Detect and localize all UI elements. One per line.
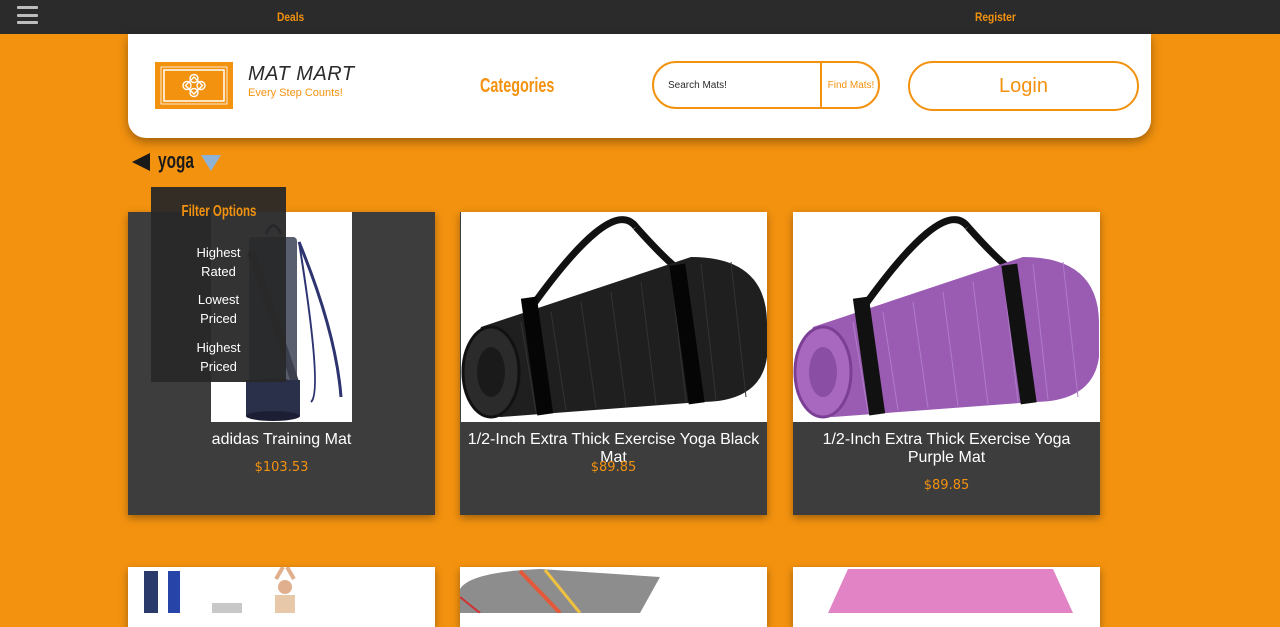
- site-header: MAT MART Every Step Counts! Categories F…: [128, 34, 1151, 138]
- filter-option-highest-priced[interactable]: Highest Priced: [151, 338, 286, 376]
- product-image-yoga-set: [128, 565, 435, 613]
- product-price: $89.85: [923, 478, 970, 493]
- product-card[interactable]: [793, 567, 1100, 627]
- search-input[interactable]: [654, 63, 820, 107]
- product-card[interactable]: 1/2-Inch Extra Thick Exercise Yoga Black…: [460, 212, 767, 515]
- filter-options-panel: Filter Options Highest Rated Lowest Pric…: [151, 187, 286, 382]
- login-button[interactable]: Login: [908, 61, 1139, 111]
- deals-link[interactable]: Deals: [277, 10, 304, 24]
- product-image-air-mat: [459, 567, 767, 615]
- filter-toggle-triangle-icon[interactable]: [201, 155, 221, 171]
- filter-title: Filter Options: [181, 203, 256, 220]
- product-name[interactable]: 1/2-Inch Extra Thick Exercise Yoga Purpl…: [793, 431, 1100, 467]
- filter-option-highest-rated[interactable]: Highest Rated: [151, 243, 286, 281]
- product-image-pink-mat: [793, 567, 1100, 613]
- back-arrow-icon[interactable]: [132, 153, 150, 171]
- filter-option-lowest-priced[interactable]: Lowest Priced: [151, 290, 286, 328]
- product-image-black-mat: [461, 212, 767, 422]
- product-card[interactable]: [459, 567, 767, 627]
- brand-tagline: Every Step Counts!: [248, 87, 343, 99]
- find-mats-button[interactable]: Find Mats!: [820, 63, 878, 107]
- search-bar: Find Mats!: [652, 61, 880, 109]
- product-image-purple-mat: [793, 212, 1100, 422]
- categories-link[interactable]: Categories: [480, 75, 554, 98]
- hamburger-menu-icon[interactable]: [17, 6, 38, 24]
- product-price: $89.85: [590, 460, 637, 475]
- product-card[interactable]: [128, 565, 435, 627]
- product-name[interactable]: adidas Training Mat: [128, 431, 435, 449]
- product-card[interactable]: 1/2-Inch Extra Thick Exercise Yoga Purpl…: [793, 212, 1100, 515]
- brand-name: MAT MART: [248, 63, 355, 85]
- register-link[interactable]: Register: [975, 10, 1016, 24]
- top-navbar: Deals Register: [0, 0, 1280, 34]
- logo-knot-icon: [160, 66, 228, 105]
- breadcrumb-category: yoga: [158, 148, 194, 173]
- product-price: $103.53: [254, 460, 309, 475]
- brand-logo[interactable]: [155, 62, 233, 109]
